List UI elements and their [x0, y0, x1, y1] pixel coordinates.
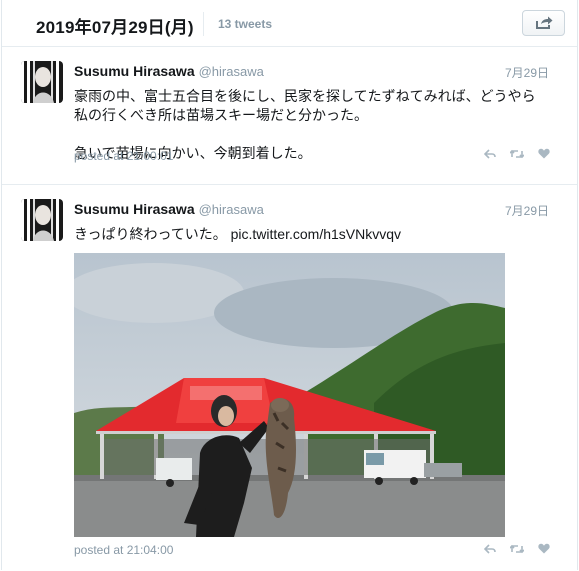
tweet-item: Susumu Hirasawa @hirasawa 7月29日 きっぱり終わってい…	[2, 185, 577, 571]
author-name[interactable]: Susumu Hirasawa	[74, 63, 195, 79]
header-divider	[203, 12, 204, 36]
author-line: Susumu Hirasawa @hirasawa	[74, 63, 264, 79]
posted-time: posted at 21:00:01	[74, 149, 174, 163]
author-line: Susumu Hirasawa @hirasawa	[74, 201, 264, 217]
tweet-count: 13 tweets	[218, 17, 273, 31]
heart-icon[interactable]	[538, 543, 550, 554]
photo-image	[74, 253, 505, 537]
author-name[interactable]: Susumu Hirasawa	[74, 201, 195, 217]
avatar[interactable]	[21, 199, 63, 241]
day-header: 2019年07月29日(月) 13 tweets	[2, 0, 577, 47]
timeline-frame: 2019年07月29日(月) 13 tweets Susumu Hirasawa…	[1, 0, 578, 570]
avatar[interactable]	[21, 61, 63, 103]
author-handle[interactable]: @hirasawa	[199, 202, 264, 217]
retweet-icon[interactable]	[510, 544, 524, 554]
tweet-actions	[484, 543, 550, 554]
tweet-date[interactable]: 7月29日	[505, 64, 549, 81]
day-title: 2019年07月29日(月)	[36, 18, 194, 37]
tweet-item: Susumu Hirasawa @hirasawa 7月29日 豪雨の中、富士五合…	[2, 47, 577, 185]
heart-icon[interactable]	[538, 148, 550, 159]
author-handle[interactable]: @hirasawa	[199, 64, 264, 79]
posted-time: posted at 21:04:00	[74, 543, 174, 557]
share-icon	[535, 16, 552, 29]
tweet-date[interactable]: 7月29日	[505, 202, 549, 219]
tweet-text: きっぱり終わっていた。 pic.twitter.com/h1sVNkvvqv	[74, 226, 402, 242]
retweet-icon[interactable]	[510, 149, 524, 159]
share-button[interactable]	[522, 10, 565, 36]
reply-icon[interactable]	[484, 148, 496, 159]
tweet-photo[interactable]	[74, 253, 505, 537]
reply-icon[interactable]	[484, 543, 496, 554]
tweet-actions	[484, 148, 550, 159]
